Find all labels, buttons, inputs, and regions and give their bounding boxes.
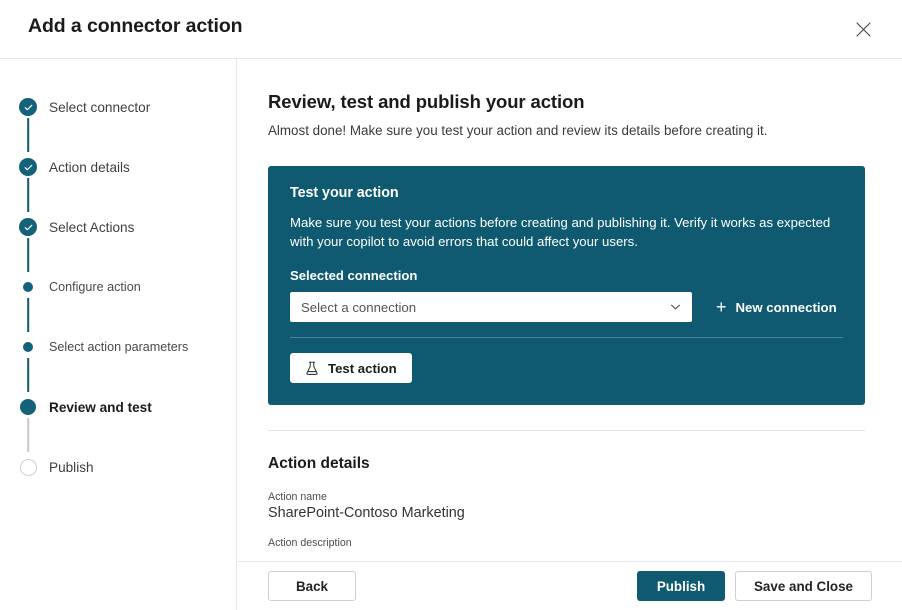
publish-button[interactable]: Publish [637, 571, 725, 601]
step-label: Select connector [49, 100, 150, 115]
dialog-body: Select connector Action details [0, 59, 902, 610]
action-description-label: Action description [268, 537, 866, 549]
sidebar-step-configure-action[interactable]: Configure action [0, 275, 236, 299]
new-connection-button[interactable]: + New connection [714, 296, 839, 318]
step-marker-completed [18, 157, 38, 177]
page-title: Add a connector action [28, 15, 243, 38]
main-content: Review, test and publish your action Alm… [237, 59, 902, 610]
back-button[interactable]: Back [268, 571, 356, 601]
wizard-steps-rail: Select connector Action details [0, 59, 237, 610]
test-your-action-card: Test your action Make sure you test your… [268, 166, 865, 405]
dot-icon [20, 399, 36, 415]
step-marker-pending [18, 457, 38, 477]
check-icon [19, 98, 37, 116]
save-and-close-button[interactable]: Save and Close [735, 571, 872, 601]
dot-icon [23, 342, 33, 352]
dialog-footer: Back Publish Save and Close [238, 561, 902, 610]
sidebar-step-select-actions[interactable]: Select Actions [0, 215, 236, 239]
step-marker-substep [18, 337, 38, 357]
action-name-label: Action name [268, 491, 866, 503]
step-label: Publish [49, 460, 94, 475]
card-title: Test your action [290, 185, 843, 201]
action-name-value: SharePoint-Contoso Marketing [268, 505, 866, 521]
section-divider [268, 430, 865, 431]
step-label: Action details [49, 160, 130, 175]
step-label: Configure action [49, 280, 141, 294]
sidebar-step-review-and-test[interactable]: Review and test [0, 395, 236, 419]
beaker-icon [305, 361, 319, 376]
step-marker-substep [18, 277, 38, 297]
check-icon [19, 158, 37, 176]
step-marker-current [18, 397, 38, 417]
action-details-title: Action details [268, 455, 866, 473]
test-action-label: Test action [328, 361, 397, 376]
sidebar-step-select-action-parameters[interactable]: Select action parameters [0, 335, 236, 359]
step-label: Select Actions [49, 220, 134, 235]
connection-row: Select a connection + New connection [290, 292, 843, 322]
selected-connection-label: Selected connection [290, 268, 843, 283]
sidebar-step-select-connector[interactable]: Select connector [0, 95, 236, 119]
chevron-down-icon [669, 301, 682, 314]
new-connection-label: New connection [736, 300, 837, 315]
step-marker-completed [18, 97, 38, 117]
sidebar-step-action-details[interactable]: Action details [0, 155, 236, 179]
card-divider [290, 337, 843, 338]
step-marker-completed [18, 217, 38, 237]
sidebar-step-publish[interactable]: Publish [0, 455, 236, 479]
connection-select[interactable]: Select a connection [290, 292, 692, 322]
test-action-button[interactable]: Test action [290, 353, 412, 383]
step-label: Review and test [49, 400, 152, 415]
dot-icon [23, 282, 33, 292]
action-description-block: Action description [268, 537, 866, 549]
card-description: Make sure you test your actions before c… [290, 213, 843, 251]
close-icon[interactable] [846, 12, 880, 46]
dialog-header: Add a connector action [0, 0, 902, 59]
check-icon [19, 218, 37, 236]
add-connector-action-dialog: Add a connector action Select connector [0, 0, 902, 610]
plus-icon: + [716, 298, 727, 316]
footer-actions: Publish Save and Close [637, 571, 872, 601]
content-subheading: Almost done! Make sure you test your act… [268, 123, 866, 138]
connection-select-placeholder: Select a connection [301, 300, 416, 315]
action-name-block: Action name SharePoint-Contoso Marketing [268, 491, 866, 521]
content-heading: Review, test and publish your action [268, 91, 866, 113]
step-label: Select action parameters [49, 340, 188, 354]
circle-outline-icon [20, 459, 37, 476]
